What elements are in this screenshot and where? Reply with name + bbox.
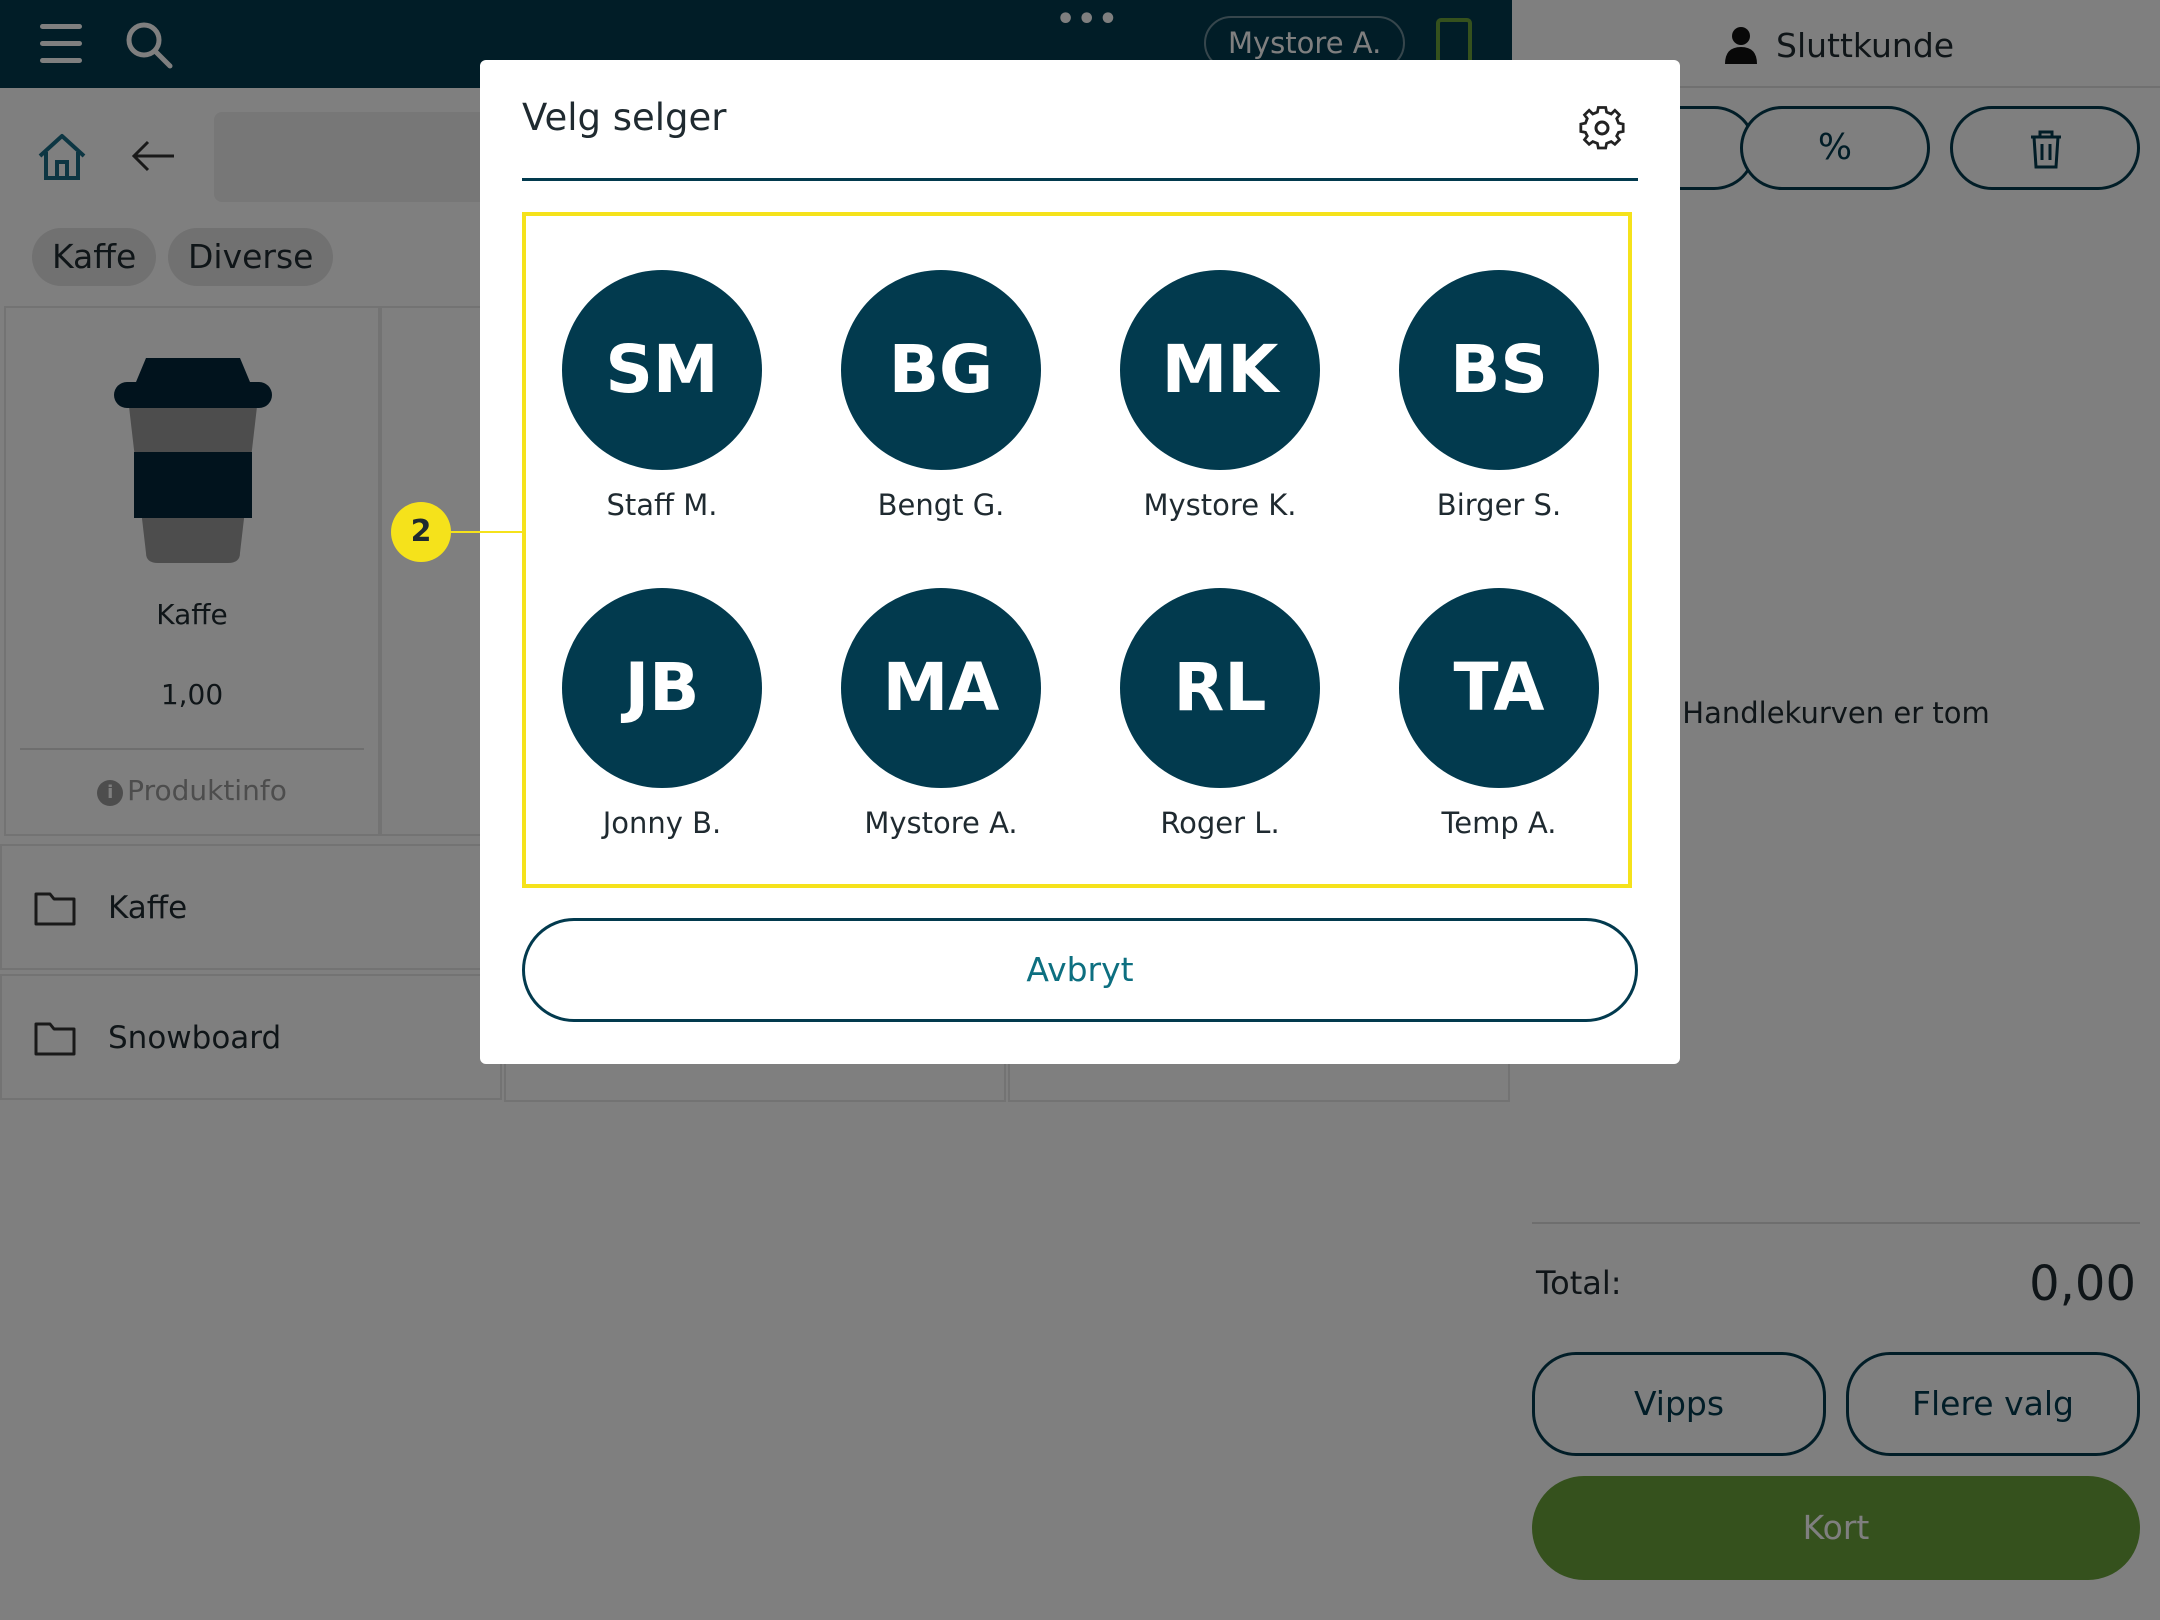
seller-tile[interactable]: SM Staff M. xyxy=(552,270,772,550)
seller-avatar: MK xyxy=(1120,270,1320,470)
seller-tile[interactable]: MA Mystore A. xyxy=(831,588,1051,868)
seller-avatar: MA xyxy=(841,588,1041,788)
seller-name: Temp A. xyxy=(1441,806,1557,840)
seller-tile[interactable]: JB Jonny B. xyxy=(552,588,772,868)
seller-avatar: RL xyxy=(1120,588,1320,788)
title-underline xyxy=(522,178,1638,181)
seller-tile[interactable]: TA Temp A. xyxy=(1389,588,1609,868)
seller-avatar: BG xyxy=(841,270,1041,470)
cancel-button[interactable]: Avbryt xyxy=(522,918,1638,1022)
seller-avatar: JB xyxy=(562,588,762,788)
seller-name: Bengt G. xyxy=(877,488,1005,522)
seller-name: Jonny B. xyxy=(602,806,722,840)
seller-name: Roger L. xyxy=(1160,806,1280,840)
seller-tile[interactable]: RL Roger L. xyxy=(1110,588,1330,868)
seller-tile[interactable]: BG Bengt G. xyxy=(831,270,1051,550)
select-seller-dialog: Velg selger SM Staff M. BG Bengt G. MK M… xyxy=(480,60,1680,1064)
seller-name: Mystore A. xyxy=(864,806,1018,840)
seller-name: Staff M. xyxy=(606,488,718,522)
dialog-title: Velg selger xyxy=(522,96,727,139)
seller-tile[interactable]: MK Mystore K. xyxy=(1110,270,1330,550)
seller-name: Birger S. xyxy=(1436,488,1562,522)
callout-badge: 2 xyxy=(391,502,451,562)
seller-name: Mystore K. xyxy=(1143,488,1297,522)
seller-avatar: SM xyxy=(562,270,762,470)
seller-grid: SM Staff M. BG Bengt G. MK Mystore K. BS… xyxy=(522,212,1632,888)
seller-avatar: BS xyxy=(1399,270,1599,470)
seller-avatar: TA xyxy=(1399,588,1599,788)
seller-tile[interactable]: BS Birger S. xyxy=(1389,270,1609,550)
callout-connector xyxy=(448,531,526,533)
gear-icon[interactable] xyxy=(1570,96,1634,160)
